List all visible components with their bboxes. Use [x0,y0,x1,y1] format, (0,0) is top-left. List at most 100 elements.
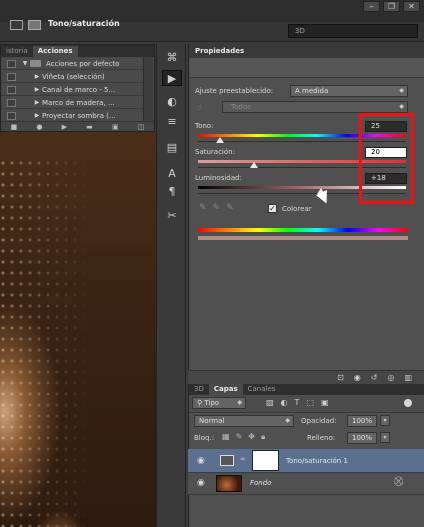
play-icon[interactable]: ▶ [62,123,67,131]
stop-icon[interactable]: ■ [11,123,18,131]
layer-row-hue-saturation[interactable]: ◉ ∞ Tono/saturación 1 [188,449,424,473]
layer-name[interactable]: Tono/saturación 1 [286,457,348,465]
preset-dropdown[interactable]: A medida ◆ [290,85,408,97]
record-icon[interactable]: ● [36,123,42,131]
action-label: Viñeta (selección) [42,72,105,81]
action-row[interactable]: ▶ Marco de madera, ... [1,97,143,109]
minimize-button[interactable]: ‒ [363,1,380,12]
channel-dropdown[interactable]: Todos ◆ [222,101,408,113]
action-toggle-checkbox[interactable] [7,98,16,107]
eye-icon[interactable]: ◉ [197,456,205,466]
view-previous-icon[interactable]: ◉ [354,373,361,382]
layer-thumbnail [216,475,242,492]
layer-comp-icon[interactable]: ▤ [162,140,182,156]
actions-scrollbar[interactable] [143,57,153,121]
close-button[interactable]: ✕ [403,1,420,12]
fill-input[interactable]: 100% [347,432,377,444]
tab-channels[interactable]: Canales [243,384,281,395]
actions-panel: istoria Acciones ▼ Acciones por defecto … [0,44,155,132]
trash-icon[interactable]: ◫ [138,123,145,131]
eye-icon[interactable]: ◉ [197,478,205,488]
actions-footer: ■ ● ▶ ▬ ▣ ◫ [1,121,154,131]
type-icon[interactable]: A [162,166,182,182]
chevron-down-icon: ◆ [237,399,242,406]
adjustment-filter-icon[interactable]: ◐ [281,398,288,407]
eyedropper-add-icon[interactable]: ✎ [213,203,221,213]
lock-label: Bloq.: [194,434,215,442]
opacity-slider-button[interactable]: ▾ [380,415,390,426]
pixel-filter-icon[interactable]: ▧ [266,398,274,407]
visibility-icon[interactable]: ◎ [387,373,394,382]
expand-arrow-icon[interactable]: ▶ [32,73,42,80]
reset-icon[interactable]: ↺ [371,373,378,382]
window-controls: ‒ ❐ ✕ [363,1,420,12]
expand-arrow-icon[interactable]: ▶ [32,112,42,119]
workspace-select[interactable]: 3D [288,24,418,38]
eyedropper-subtract-icon[interactable]: ✎ [226,203,234,213]
action-label: Canal de marco - 5... [42,85,116,94]
action-toggle-checkbox[interactable] [7,72,16,81]
folder-icon [30,60,41,67]
action-row[interactable]: ▶ Viñeta (selección) [1,71,143,83]
action-toggle-checkbox[interactable] [7,59,16,68]
scissors-icon[interactable]: ✂ [162,208,182,224]
tab-layers[interactable]: Capas [208,384,243,395]
type-filter-icon[interactable]: T [295,398,300,407]
action-row[interactable]: ▶ Canal de marco - 5... [1,84,143,96]
tab-history[interactable]: istoria [1,46,33,57]
shape-filter-icon[interactable]: ⬚ [306,398,314,407]
mask-icon[interactable] [28,20,41,30]
preset-value: A medida [295,87,329,95]
fill-slider-button[interactable]: ▾ [380,432,390,443]
new-action-icon[interactable]: ▣ [112,123,119,131]
filter-toggle[interactable] [404,399,412,407]
layer-filter-dropdown[interactable]: ⚲ Tipo ◆ [192,397,246,409]
adjust-icon[interactable]: ◐ [162,94,182,110]
play-icon[interactable]: ▶ [162,70,182,86]
action-set-row[interactable]: ▼ Acciones por defecto [1,58,143,70]
blend-mode-dropdown[interactable]: Normal ◆ [194,415,294,427]
tab-actions[interactable]: Acciones [32,46,78,57]
layer-mask-thumbnail[interactable] [252,450,279,471]
action-toggle-checkbox[interactable] [7,111,16,120]
layers-panel-tabs: 3D Capas Canales [189,384,424,395]
lock-icon: ⛒ [394,477,404,487]
layer-filter-icons: ▧ ◐ T ⬚ ▣ [266,398,329,407]
targeted-adjust-hand-icon[interactable]: ☝ [197,103,202,112]
restore-button[interactable]: ❐ [383,1,400,12]
action-toggle-checkbox[interactable] [7,85,16,94]
chain-link-icon[interactable]: ∞ [240,455,246,463]
chevron-down-icon: ◆ [399,103,404,110]
canvas-photo-detail [0,160,90,527]
eyedropper-icon[interactable]: ✎ [199,203,207,213]
smart-object-filter-icon[interactable]: ▣ [321,398,329,407]
adjustment-layer-icon [220,455,234,466]
adjustment-layer-icon[interactable] [10,20,23,30]
preset-label: Ajuste preestablecido: [195,87,274,95]
expand-arrow-icon[interactable]: ▶ [32,99,42,106]
eyedropper-tools: ✎ ✎ ✎ [199,203,234,213]
lock-move-icon[interactable]: ✥ [248,432,255,442]
opacity-input[interactable]: 100% [347,415,377,427]
layer-row-background[interactable]: ◉ Fondo ⛒ [188,473,424,495]
adjustment-header [189,58,424,78]
lock-brush-icon[interactable]: ✎ [236,432,243,442]
hue-slider-thumb[interactable] [215,137,224,143]
new-set-icon[interactable]: ▬ [86,123,93,131]
colorize-label: Colorear [282,205,312,213]
expand-arrow-icon[interactable]: ▶ [32,86,42,93]
saturation-slider-thumb[interactable] [250,162,259,168]
colorize-checkbox[interactable]: ✓ [268,204,277,213]
trash-icon[interactable]: ▥ [404,373,412,382]
highlight-annotation [359,113,414,204]
clip-to-layer-icon[interactable]: ⊡ [337,373,344,382]
history-brush-icon[interactable]: ⌘ [162,50,182,66]
lock-transparency-icon[interactable]: ▦ [222,432,230,442]
expand-arrow-icon[interactable]: ▼ [20,60,30,67]
layer-name[interactable]: Fondo [250,479,271,487]
brush-settings-icon[interactable]: ≡ [162,114,182,130]
tab-3d[interactable]: 3D [189,384,209,395]
blend-mode-value: Normal [199,417,225,425]
lock-icon[interactable]: 🔒︎ [261,432,265,442]
paragraph-icon[interactable]: ¶ [162,184,182,200]
